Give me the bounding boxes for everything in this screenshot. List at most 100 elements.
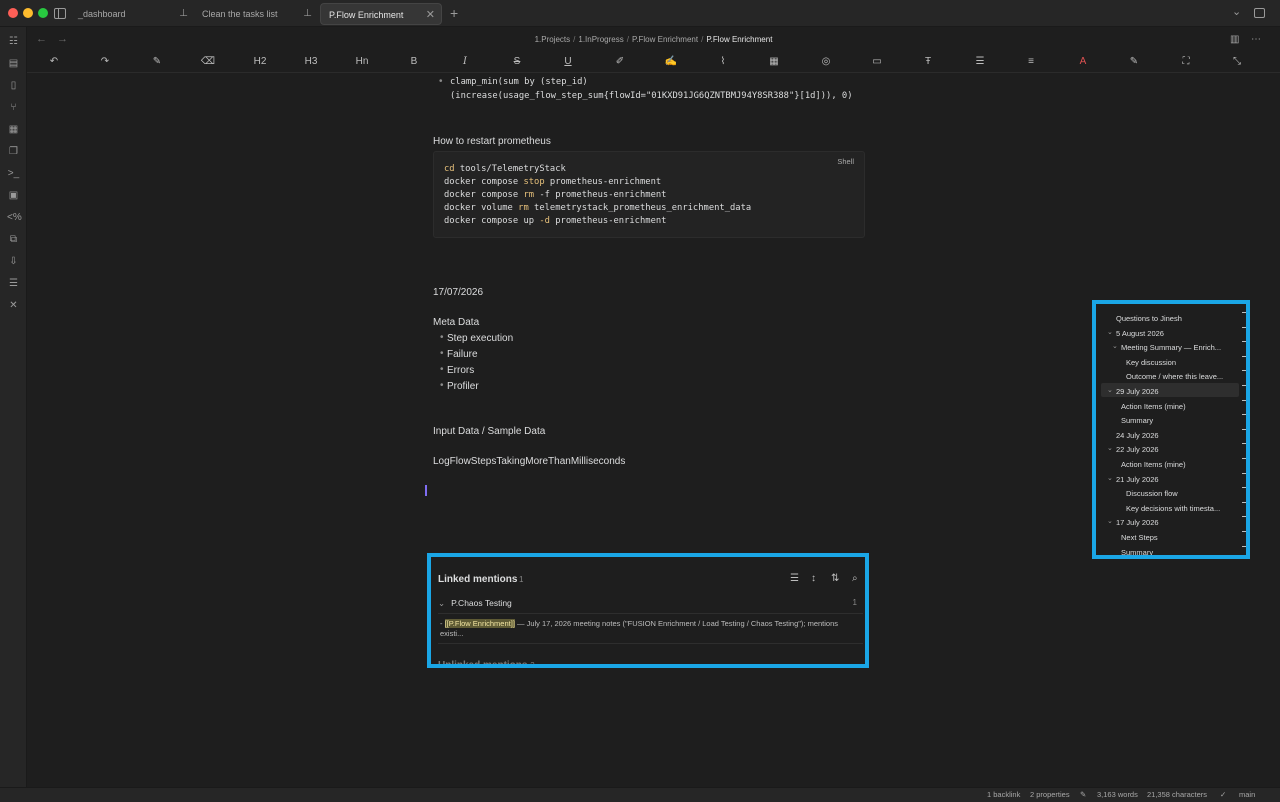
align-icon[interactable]: ≡: [1023, 56, 1039, 67]
breadcrumb-item[interactable]: 1.InProgress: [578, 35, 623, 44]
comment-icon[interactable]: ▭: [869, 56, 885, 67]
collapse-icon[interactable]: ⤡: [1229, 56, 1245, 67]
divider: [438, 643, 863, 644]
format-painter-icon[interactable]: ✎: [149, 56, 165, 67]
bullet: •: [440, 348, 444, 359]
search-icon[interactable]: ⌕: [852, 573, 858, 584]
font-color-button[interactable]: A: [1075, 56, 1091, 67]
chevron-down-icon[interactable]: ⌄: [1107, 517, 1113, 525]
copy-icon[interactable]: ❐: [7, 145, 20, 158]
pencil-icon[interactable]: ✎: [1080, 790, 1086, 799]
chevron-down-icon[interactable]: ⌄: [1232, 5, 1241, 18]
list-view-icon[interactable]: ☰: [790, 573, 799, 584]
code-line: cd tools/TelemetryStack: [444, 164, 566, 174]
tab-flow-enrichment[interactable]: P.Flow Enrichment ✕: [320, 3, 442, 25]
pin-icon[interactable]: ⊥: [303, 3, 312, 25]
calendar-icon[interactable]: ▤: [7, 57, 20, 70]
import-icon[interactable]: ⇩: [7, 255, 20, 268]
minimize-window-button[interactable]: [23, 8, 33, 18]
outline-item-label: Questions to Jinesh: [1116, 314, 1182, 323]
chevron-down-icon: ⌄: [438, 598, 446, 608]
table-icon[interactable]: ☰: [7, 277, 20, 290]
edit-box-icon[interactable]: ✍: [663, 56, 679, 67]
outline-tick: [1242, 487, 1246, 489]
chevron-down-icon[interactable]: ⌄: [1107, 328, 1113, 336]
layers-icon[interactable]: ⧉: [7, 233, 20, 246]
close-tab-icon[interactable]: ✕: [426, 4, 435, 26]
bullet: •: [440, 380, 444, 391]
expand-icon[interactable]: ↕: [811, 573, 816, 584]
meta-heading: Meta Data: [433, 317, 480, 328]
mention-group[interactable]: ⌄ P.Chaos Testing: [438, 598, 512, 609]
fullscreen-icon[interactable]: ⛶: [1178, 56, 1194, 67]
bold-button[interactable]: B: [406, 56, 422, 67]
reading-view-icon[interactable]: ▥: [1230, 34, 1239, 45]
underline-button[interactable]: U: [560, 56, 576, 67]
meta-item: Errors: [447, 365, 475, 376]
unlinked-mentions-title[interactable]: Unlinked mentions 3: [438, 660, 535, 664]
text-format-icon[interactable]: Ŧ: [920, 56, 936, 67]
outline-tick: [1242, 355, 1246, 357]
shell-code-block[interactable]: Shell cd tools/TelemetryStack docker com…: [433, 151, 865, 238]
close-window-button[interactable]: [8, 8, 18, 18]
tools-icon[interactable]: ✕: [7, 299, 20, 312]
breadcrumb-item[interactable]: P.Flow Enrichment: [632, 35, 698, 44]
chevron-down-icon[interactable]: ⌄: [1107, 474, 1113, 482]
grid-icon[interactable]: ▦: [7, 123, 20, 136]
outline-item-label: Discussion flow: [1126, 489, 1178, 499]
strikethrough-button[interactable]: S: [509, 56, 525, 67]
sort-icon[interactable]: ⇅: [831, 573, 839, 584]
outline-item-label: 5 August 2026: [1116, 328, 1164, 338]
heading-2-button[interactable]: H2: [252, 56, 268, 67]
tab-clean-tasks[interactable]: Clean the tasks list ⊥: [194, 3, 318, 25]
code-line: docker volume rm telemetrystack_promethe…: [444, 203, 752, 213]
outline-tick: [1242, 443, 1246, 445]
outline-item-label: 22 July 2026: [1116, 445, 1159, 455]
chevron-down-icon[interactable]: ⌄: [1107, 444, 1113, 452]
background-color-icon[interactable]: ✎: [1126, 56, 1142, 67]
mention-link[interactable]: [[P.Flow Enrichment]]: [444, 619, 515, 628]
git-branch[interactable]: main: [1239, 790, 1255, 799]
outline-item-label: Outcome / where this leave...: [1126, 372, 1224, 382]
highlighter-icon[interactable]: ✐: [612, 56, 628, 67]
dashboard-icon[interactable]: ☷: [7, 35, 20, 48]
properties-status[interactable]: 2 properties: [1030, 790, 1070, 799]
outline-item-label: 17 July 2026: [1116, 518, 1159, 528]
graph-icon[interactable]: ⑂: [7, 101, 20, 114]
image-icon[interactable]: ▣: [7, 189, 20, 202]
right-sidebar-toggle-icon[interactable]: [1254, 8, 1265, 18]
file-icon[interactable]: ▯: [7, 79, 20, 92]
chevron-down-icon[interactable]: ⌄: [1112, 342, 1118, 350]
undo-icon[interactable]: ↶: [46, 56, 62, 67]
sidebar-toggle-icon[interactable]: [54, 8, 66, 19]
tab-dashboard[interactable]: _dashboard ⊥: [70, 3, 194, 25]
eraser-icon[interactable]: ⌫: [200, 56, 216, 67]
maximize-window-button[interactable]: [38, 8, 48, 18]
heading-n-button[interactable]: Hn: [354, 56, 370, 67]
percent-icon[interactable]: <%: [7, 211, 22, 224]
attachment-icon[interactable]: ⌇: [715, 56, 731, 67]
breadcrumb-item[interactable]: 1.Projects: [535, 35, 571, 44]
backlinks-status[interactable]: 1 backlink: [987, 790, 1020, 799]
outline-tick: [1242, 312, 1246, 313]
italic-button[interactable]: I: [457, 56, 473, 67]
outline-tick: [1242, 385, 1246, 386]
chevron-down-icon[interactable]: ⌄: [1107, 386, 1113, 394]
status-bar: 1 backlink 2 properties ✎ 3,163 words 21…: [0, 787, 1280, 802]
list-icon[interactable]: ☰: [972, 56, 988, 67]
outline-item-label: Key decisions with timesta...: [1126, 503, 1221, 513]
meta-item: Step execution: [447, 333, 514, 344]
bullet: •: [440, 364, 444, 375]
mention-snippet[interactable]: - [[P.Flow Enrichment]] — July 17, 2026 …: [440, 619, 855, 639]
heading-3-button[interactable]: H3: [303, 56, 319, 67]
pin-icon[interactable]: ⊥: [179, 3, 188, 25]
more-options-icon[interactable]: ⋯: [1251, 34, 1261, 45]
checkbox-icon[interactable]: ◎: [818, 56, 834, 67]
new-tab-button[interactable]: +: [450, 3, 458, 23]
terminal-icon[interactable]: >_: [7, 167, 20, 180]
outline-tick: [1242, 545, 1246, 547]
table-insert-icon[interactable]: ▦: [766, 56, 782, 67]
outline-item-label: Next Steps: [1121, 533, 1158, 542]
code-language-label: Shell: [837, 157, 854, 166]
redo-icon[interactable]: ↷: [97, 56, 113, 67]
